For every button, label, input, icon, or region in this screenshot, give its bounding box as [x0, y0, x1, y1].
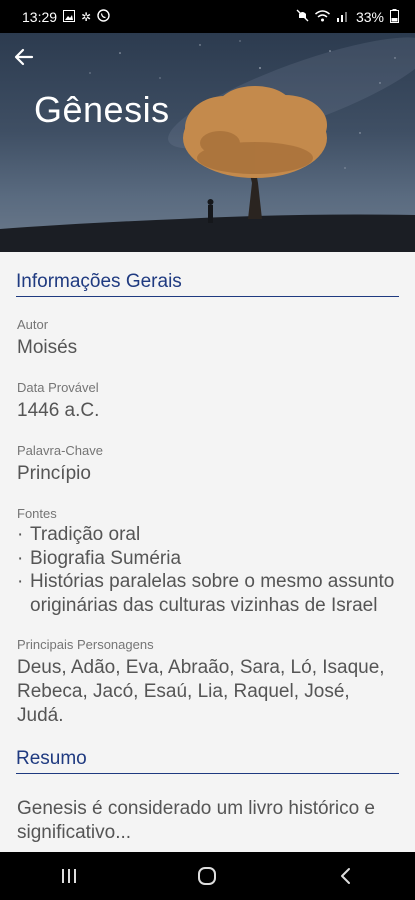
mute-icon [296, 9, 309, 24]
section-title-info: Informações Gerais [16, 271, 399, 297]
characters-label: Principais Personagens [17, 637, 154, 652]
back-button[interactable] [14, 47, 44, 77]
battery-percent: 33% [355, 8, 384, 25]
gallery-icon [63, 9, 76, 24]
sources-list: Tradição oral Biografia Suméria História… [17, 523, 398, 617]
list-item: Histórias paralelas sobre o mesmo assunt… [17, 570, 398, 617]
list-item: Tradição oral [17, 523, 398, 547]
signal-icon [336, 10, 350, 24]
date-label: Data Provável [17, 380, 99, 395]
recents-button[interactable] [49, 856, 89, 896]
hero-image [0, 37, 415, 252]
nav-back-button[interactable] [326, 856, 366, 896]
home-button[interactable] [187, 856, 227, 896]
back-chevron-icon [340, 868, 350, 884]
keyword-label: Palavra-Chave [17, 443, 103, 458]
page-title: Gênesis [34, 89, 170, 130]
status-bar: 13:29 ✲ 33% [0, 0, 415, 33]
arrow-left-icon [14, 48, 34, 66]
author-value: Moisés [17, 337, 78, 358]
hero-header: Gênesis [0, 33, 415, 252]
content-area[interactable]: Informações Gerais Autor Moisés Data Pro… [0, 252, 415, 852]
status-time: 13:29 [22, 8, 58, 25]
keyword-value: Princípio [17, 463, 91, 484]
pinwheel-icon: ✲ [81, 9, 92, 24]
date-value: 1446 a.C. [17, 400, 100, 421]
battery-icon [390, 8, 399, 25]
characters-value: Deus, Adão, Eva, Abraão, Sara, Ló, Isaqu… [17, 657, 385, 726]
home-icon [198, 867, 217, 885]
section-title-summary: Resumo [16, 748, 399, 774]
wifi-icon [314, 9, 330, 24]
system-nav-bar [0, 852, 415, 900]
author-label: Autor [17, 317, 49, 332]
list-item: Biografia Suméria [17, 547, 398, 571]
sources-label: Fontes [17, 506, 57, 521]
summary-text: Genesis é considerado um livro histórico… [17, 798, 376, 843]
recents-icon [62, 869, 77, 883]
whatsapp-icon [97, 9, 110, 24]
